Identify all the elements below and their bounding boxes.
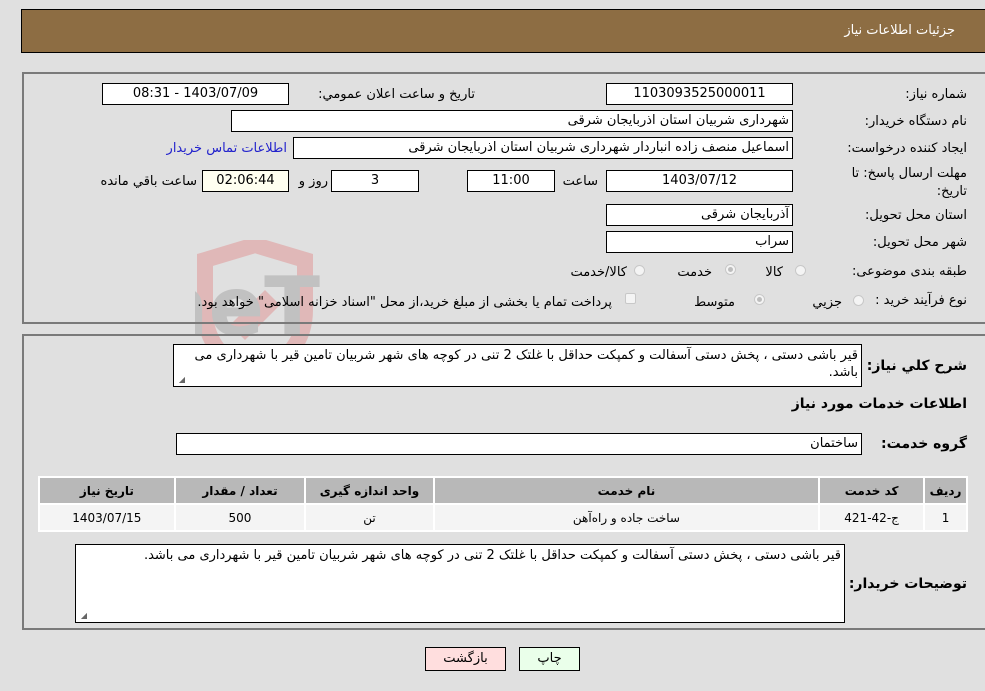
cell-quantity: 500	[175, 505, 305, 530]
announce-datetime-label: تاریخ و ساعت اعلان عمومي:	[318, 87, 475, 102]
col-unit: واحد اندازه گیری	[306, 478, 433, 503]
print-button[interactable]: چاپ	[519, 647, 580, 671]
days-remaining-field: 3	[331, 170, 419, 192]
buyer-org-label: نام دستگاه خریدار:	[864, 114, 967, 129]
treasury-note: پرداخت تمام یا بخشی از مبلغ خرید،از محل …	[197, 295, 612, 310]
category-label: طبقه بندی موضوعی:	[851, 264, 967, 279]
category-radio-service[interactable]	[725, 264, 736, 275]
time-remaining-field: 02:06:44	[202, 170, 289, 192]
cell-index: 1	[925, 505, 966, 530]
category-option-goods: کالا	[765, 265, 783, 280]
cell-code: ج-42-421	[820, 505, 924, 530]
description-textarea[interactable]: قیر باشی دستی ، پخش دستی آسفالت و کمپکت …	[173, 344, 862, 387]
service-group-field: ساختمان	[176, 433, 862, 455]
col-index: ردیف	[925, 478, 966, 503]
resize-grip-icon[interactable]: ◢	[177, 376, 185, 384]
service-group-label: گروه خدمت:	[881, 436, 967, 452]
buyer-notes-textarea[interactable]: قیر باشی دستی ، پخش دستی آسفالت و کمپکت …	[75, 544, 845, 623]
process-radio-medium[interactable]	[754, 294, 765, 305]
category-radio-goods[interactable]	[795, 265, 806, 276]
services-table: ردیف کد خدمت نام خدمت واحد اندازه گیری ت…	[38, 476, 968, 532]
deadline-date-field: 1403/07/12	[606, 170, 793, 192]
treasury-checkbox[interactable]	[625, 293, 636, 304]
col-date: تاریخ نیاز	[40, 478, 174, 503]
description-label: شرح كلي نياز:	[866, 358, 967, 374]
category-option-goods-service: کالا/خدمت	[570, 265, 627, 280]
need-number-label: شماره نیاز:	[905, 87, 967, 102]
days-label: روز و	[298, 174, 328, 189]
category-option-service: خدمت	[677, 265, 712, 280]
need-number-field: 1103093525000011	[606, 83, 793, 105]
city-field: سراب	[606, 231, 793, 253]
table-row: 1 ج-42-421 ساخت جاده و راه‌آهن تن 500 14…	[40, 505, 966, 530]
announce-datetime-field: 1403/07/09 - 08:31	[102, 83, 289, 105]
services-section-title: اطلاعات خدمات مورد نیاز	[791, 396, 967, 412]
page-title: جزئیات اطلاعات نیاز	[844, 23, 955, 38]
buyer-contact-link[interactable]: اطلاعات تماس خریدار	[167, 141, 287, 156]
category-radio-goods-service[interactable]	[634, 265, 645, 276]
province-field: آذربایجان شرقی	[606, 204, 793, 226]
col-quantity: تعداد / مقدار	[175, 478, 305, 503]
time-remaining-label: ساعت باقي مانده	[100, 174, 197, 189]
cell-name: ساخت جاده و راه‌آهن	[434, 505, 819, 530]
description-text: قیر باشی دستی ، پخش دستی آسفالت و کمپکت …	[194, 348, 858, 380]
table-header-row: ردیف کد خدمت نام خدمت واحد اندازه گیری ت…	[40, 478, 966, 503]
buyer-notes-label: توضیحات خریدار:	[848, 576, 967, 592]
resize-grip-icon[interactable]: ◢	[79, 612, 87, 620]
deadline-label: مهلت ارسال پاسخ: تا تاریخ:	[851, 166, 967, 199]
province-label: استان محل تحویل:	[865, 208, 967, 223]
buyer-notes-text: قیر باشی دستی ، پخش دستی آسفالت و کمپکت …	[143, 548, 841, 563]
col-code: کد خدمت	[820, 478, 924, 503]
process-type-label: نوع فرآیند خرید :	[875, 293, 967, 308]
requester-field: اسماعیل منصف زاده انباردار شهرداری شربیا…	[293, 137, 793, 159]
process-option-minor: جزيي	[812, 295, 842, 310]
page-header: جزئیات اطلاعات نیاز	[21, 9, 985, 53]
process-option-medium: متوسط	[694, 295, 735, 310]
back-button[interactable]: بازگشت	[425, 647, 506, 671]
services-table-wrapper: ردیف کد خدمت نام خدمت واحد اندازه گیری ت…	[38, 476, 968, 532]
cell-date: 1403/07/15	[40, 505, 174, 530]
city-label: شهر محل تحویل:	[872, 235, 967, 250]
process-radio-minor[interactable]	[853, 295, 864, 306]
deadline-time-field: 11:00	[467, 170, 555, 192]
col-name: نام خدمت	[434, 478, 819, 503]
deadline-time-label: ساعت	[562, 174, 598, 189]
requester-label: ایجاد کننده درخواست:	[847, 141, 967, 156]
buyer-org-field: شهرداری شربیان استان اذربایجان شرقی	[231, 110, 793, 132]
cell-unit: تن	[306, 505, 433, 530]
